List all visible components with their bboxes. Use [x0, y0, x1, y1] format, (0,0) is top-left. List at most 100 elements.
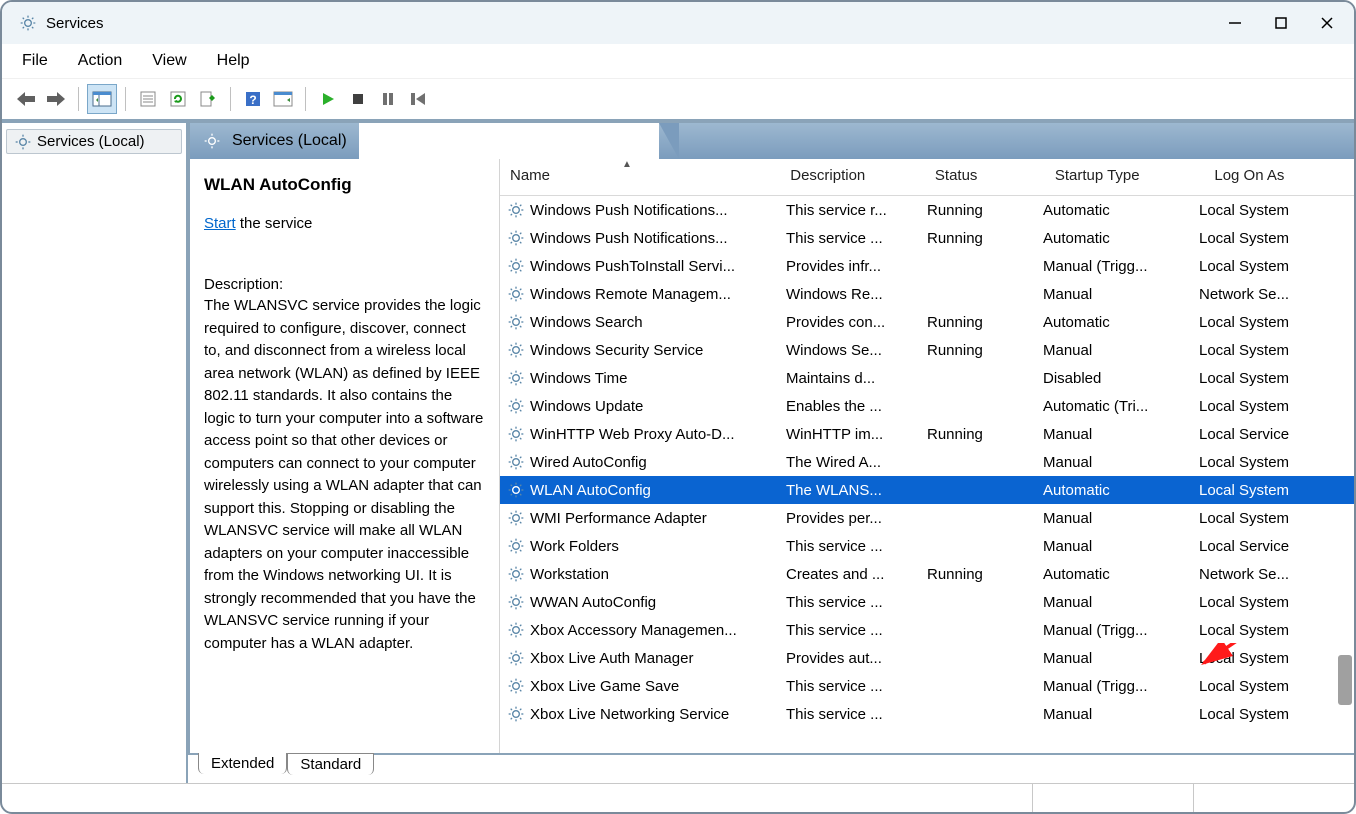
- column-logon[interactable]: Log On As: [1204, 159, 1354, 195]
- restart-service-button[interactable]: [404, 85, 432, 113]
- export-button[interactable]: [194, 85, 222, 113]
- service-icon: [508, 314, 524, 330]
- service-row[interactable]: Xbox Live Auth ManagerProvides aut...Man…: [500, 644, 1354, 672]
- service-desc-cell: Provides aut...: [778, 650, 919, 667]
- service-row[interactable]: Windows Push Notifications...This servic…: [500, 196, 1354, 224]
- service-icon: [508, 370, 524, 386]
- service-row[interactable]: WorkstationCreates and ...RunningAutomat…: [500, 560, 1354, 588]
- service-icon: [508, 398, 524, 414]
- tab-extended[interactable]: Extended: [198, 753, 287, 774]
- properties-button[interactable]: [134, 85, 162, 113]
- service-row[interactable]: WLAN AutoConfigThe WLANS...AutomaticLoca…: [500, 476, 1354, 504]
- service-logon-cell: Local System: [1191, 202, 1337, 219]
- minimize-button[interactable]: [1212, 5, 1258, 41]
- menubar: File Action View Help: [2, 44, 1354, 79]
- tab-standard[interactable]: Standard: [287, 753, 374, 775]
- service-name-cell: Xbox Live Auth Manager: [530, 650, 693, 667]
- service-row[interactable]: Windows Remote Managem...Windows Re...Ma…: [500, 280, 1354, 308]
- column-name[interactable]: Name: [500, 159, 780, 195]
- menu-file[interactable]: File: [20, 50, 50, 72]
- description-text: The WLANSVC service provides the logic r…: [204, 295, 485, 655]
- service-desc-cell: Provides con...: [778, 314, 919, 331]
- service-icon: [508, 426, 524, 442]
- service-icon: [508, 706, 524, 722]
- service-row[interactable]: Windows SearchProvides con...RunningAuto…: [500, 308, 1354, 336]
- gear-icon: [204, 133, 220, 149]
- service-startup-cell: Manual (Trigg...: [1035, 622, 1191, 639]
- start-suffix-text: the service: [236, 215, 313, 232]
- tree-root-services-local[interactable]: Services (Local): [6, 129, 182, 154]
- service-logon-cell: Local System: [1191, 454, 1337, 471]
- service-startup-cell: Manual: [1035, 454, 1191, 471]
- service-name-cell: Windows Time: [530, 370, 628, 387]
- service-row[interactable]: Xbox Live Game SaveThis service ...Manua…: [500, 672, 1354, 700]
- statusbar: [2, 783, 1354, 812]
- service-row[interactable]: WWAN AutoConfigThis service ...ManualLoc…: [500, 588, 1354, 616]
- service-row[interactable]: Windows PushToInstall Servi...Provides i…: [500, 252, 1354, 280]
- service-desc-cell: This service ...: [778, 706, 919, 723]
- service-row[interactable]: WinHTTP Web Proxy Auto-D... WinHTTP im...…: [500, 420, 1354, 448]
- service-row[interactable]: Windows Security ServiceWindows Se...Run…: [500, 336, 1354, 364]
- detail-service-name: WLAN AutoConfig: [204, 175, 485, 195]
- service-name-cell: WMI Performance Adapter: [530, 510, 707, 527]
- service-row[interactable]: Work FoldersThis service ...ManualLocal …: [500, 532, 1354, 560]
- service-logon-cell: Local System: [1191, 622, 1337, 639]
- service-logon-cell: Local System: [1191, 314, 1337, 331]
- service-name-cell: Windows Search: [530, 314, 643, 331]
- service-icon: [508, 454, 524, 470]
- scrollbar-thumb[interactable]: [1338, 655, 1352, 705]
- menu-action[interactable]: Action: [76, 50, 124, 72]
- service-startup-cell: Manual (Trigg...: [1035, 678, 1191, 695]
- service-status-cell: Running: [919, 566, 1035, 583]
- start-service-link[interactable]: Start: [204, 215, 236, 232]
- menu-view[interactable]: View: [150, 50, 188, 72]
- show-hide-tree-button[interactable]: [87, 84, 117, 114]
- service-name-cell: Windows PushToInstall Servi...: [530, 258, 735, 275]
- service-startup-cell: Automatic: [1035, 566, 1191, 583]
- menu-help[interactable]: Help: [215, 50, 252, 72]
- column-description[interactable]: Description: [780, 159, 925, 195]
- service-row[interactable]: Xbox Live Networking ServiceThis service…: [500, 700, 1354, 728]
- back-button[interactable]: [12, 85, 40, 113]
- service-startup-cell: Disabled: [1035, 370, 1191, 387]
- service-desc-cell: This service ...: [778, 622, 919, 639]
- description-label: Description:: [204, 276, 485, 293]
- forward-button[interactable]: [42, 85, 70, 113]
- detail-pane: WLAN AutoConfig Start the service Descri…: [190, 159, 500, 753]
- column-status[interactable]: Status: [925, 159, 1045, 195]
- service-row[interactable]: Windows Push Notifications...This servic…: [500, 224, 1354, 252]
- service-icon: [508, 510, 524, 526]
- service-status-cell: Running: [919, 230, 1035, 247]
- service-row[interactable]: Windows TimeMaintains d...DisabledLocal …: [500, 364, 1354, 392]
- service-status-cell: Running: [919, 342, 1035, 359]
- help-button[interactable]: ?: [239, 85, 267, 113]
- service-name-cell: WinHTTP Web Proxy Auto-D...: [530, 426, 735, 443]
- pause-service-button[interactable]: [374, 85, 402, 113]
- service-row[interactable]: WMI Performance AdapterProvides per...Ma…: [500, 504, 1354, 532]
- service-row[interactable]: Windows UpdateEnables the ...Automatic (…: [500, 392, 1354, 420]
- service-icon: [508, 678, 524, 694]
- service-icon: [508, 594, 524, 610]
- service-startup-cell: Automatic: [1035, 230, 1191, 247]
- start-service-button[interactable]: [314, 85, 342, 113]
- close-button[interactable]: [1304, 5, 1350, 41]
- service-icon: [508, 202, 524, 218]
- service-logon-cell: Network Se...: [1191, 566, 1337, 583]
- refresh-button[interactable]: [164, 85, 192, 113]
- service-desc-cell: The Wired A...: [778, 454, 919, 471]
- stop-service-button[interactable]: [344, 85, 372, 113]
- service-row[interactable]: Wired AutoConfigThe Wired A...ManualLoca…: [500, 448, 1354, 476]
- service-startup-cell: Automatic: [1035, 202, 1191, 219]
- service-name-cell: Windows Update: [530, 398, 643, 415]
- service-row[interactable]: Xbox Accessory Managemen...This service …: [500, 616, 1354, 644]
- service-startup-cell: Manual: [1035, 706, 1191, 723]
- view-tabs: Extended Standard: [188, 755, 1354, 783]
- column-startup[interactable]: Startup Type: [1045, 159, 1205, 195]
- service-logon-cell: Local System: [1191, 678, 1337, 695]
- service-startup-cell: Manual: [1035, 286, 1191, 303]
- service-desc-cell: WinHTTP im...: [778, 426, 919, 443]
- window-title: Services: [46, 15, 104, 32]
- maximize-button[interactable]: [1258, 5, 1304, 41]
- window-new-button[interactable]: [269, 85, 297, 113]
- service-desc-cell: Windows Se...: [778, 342, 919, 359]
